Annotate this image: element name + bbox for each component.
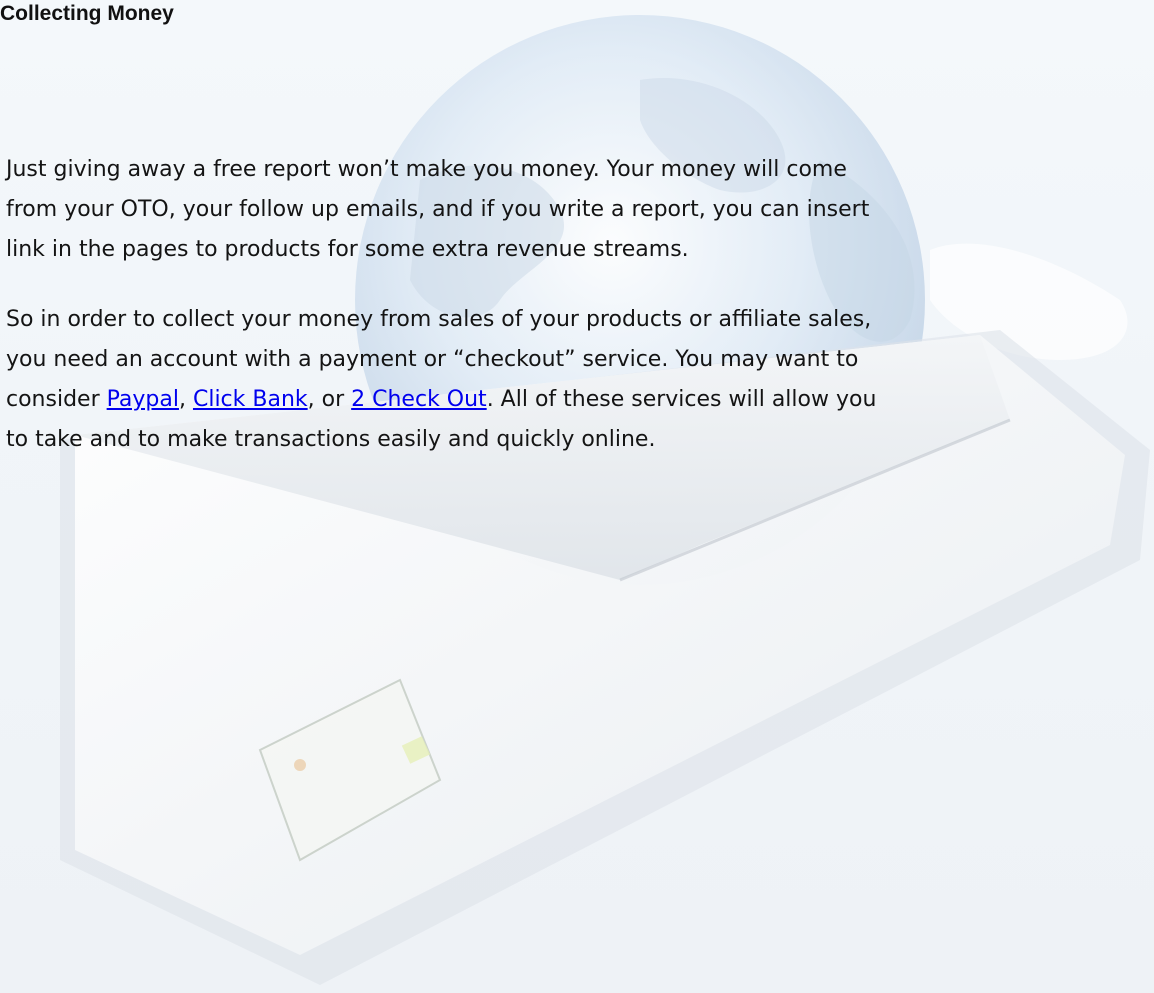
paragraph-line: from your OTO, your follow up emails, an… <box>6 197 870 222</box>
clickbank-link[interactable]: Click Bank <box>193 387 308 412</box>
text-continuation: . All of these services will allow you <box>486 387 877 412</box>
text-separator: , <box>178 387 193 412</box>
paragraph-line: link in the pages to products for some e… <box>6 237 689 262</box>
paragraph-line: So in order to collect your money from s… <box>6 307 872 332</box>
globe-envelope-watermark <box>60 15 1150 985</box>
paragraph-payment-services: So in order to collect your money from s… <box>6 300 1136 460</box>
document-page: Collecting Money Just giving away a free… <box>0 0 1154 993</box>
2checkout-link[interactable]: 2 Check Out <box>351 387 487 412</box>
paragraph-line: you need an account with a payment or “c… <box>6 347 859 372</box>
text-separator: , or <box>307 387 352 412</box>
text-consider: consider <box>6 387 107 412</box>
paragraph-line: Just giving away a free report won’t mak… <box>6 157 847 182</box>
paragraph-line-with-links: consider Paypal, Click Bank, or 2 Check … <box>6 380 1136 420</box>
paragraph-intro: Just giving away a free report won’t mak… <box>6 150 1136 270</box>
section-heading: Collecting Money <box>0 2 174 25</box>
paypal-link[interactable]: Paypal <box>107 387 179 412</box>
paragraph-line: to take and to make transactions easily … <box>6 427 656 452</box>
